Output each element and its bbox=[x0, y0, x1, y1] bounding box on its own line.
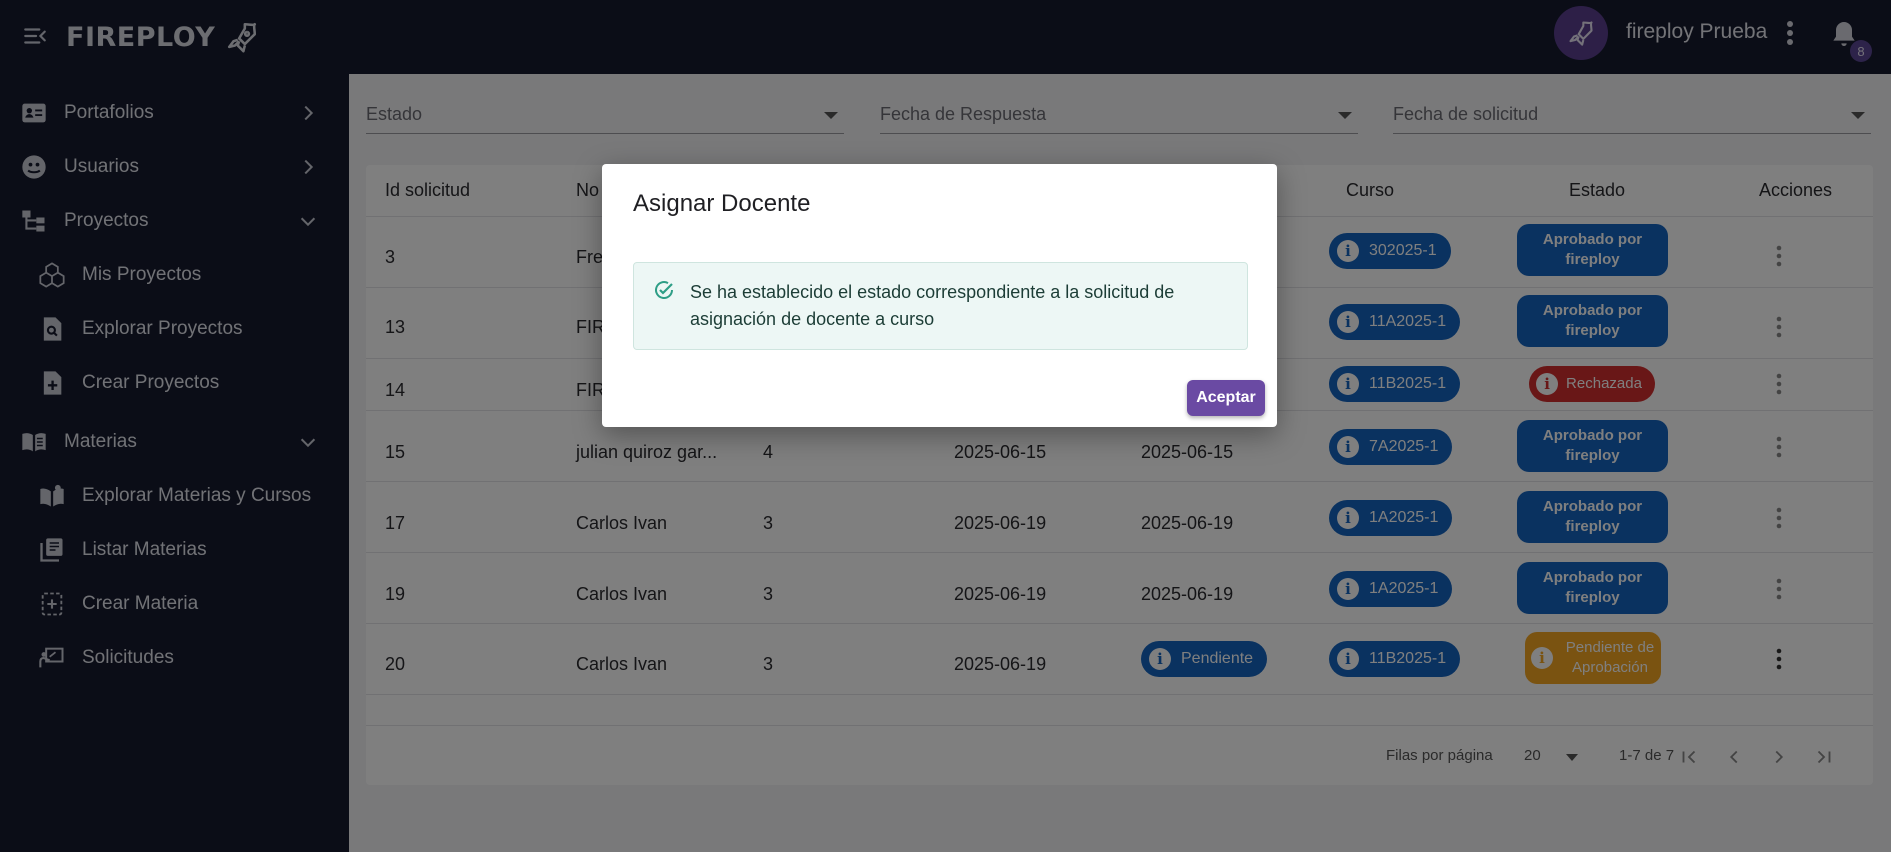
alert-message: Se ha establecido el estado correspondie… bbox=[690, 282, 1175, 329]
dialog-title: Asignar Docente bbox=[633, 190, 811, 217]
success-alert: Se ha establecido el estado correspondie… bbox=[633, 262, 1248, 350]
assign-teacher-dialog: Asignar Docente Se ha establecido el est… bbox=[602, 164, 1277, 427]
accept-button[interactable]: Aceptar bbox=[1187, 380, 1265, 416]
check-circle-icon bbox=[655, 281, 674, 299]
